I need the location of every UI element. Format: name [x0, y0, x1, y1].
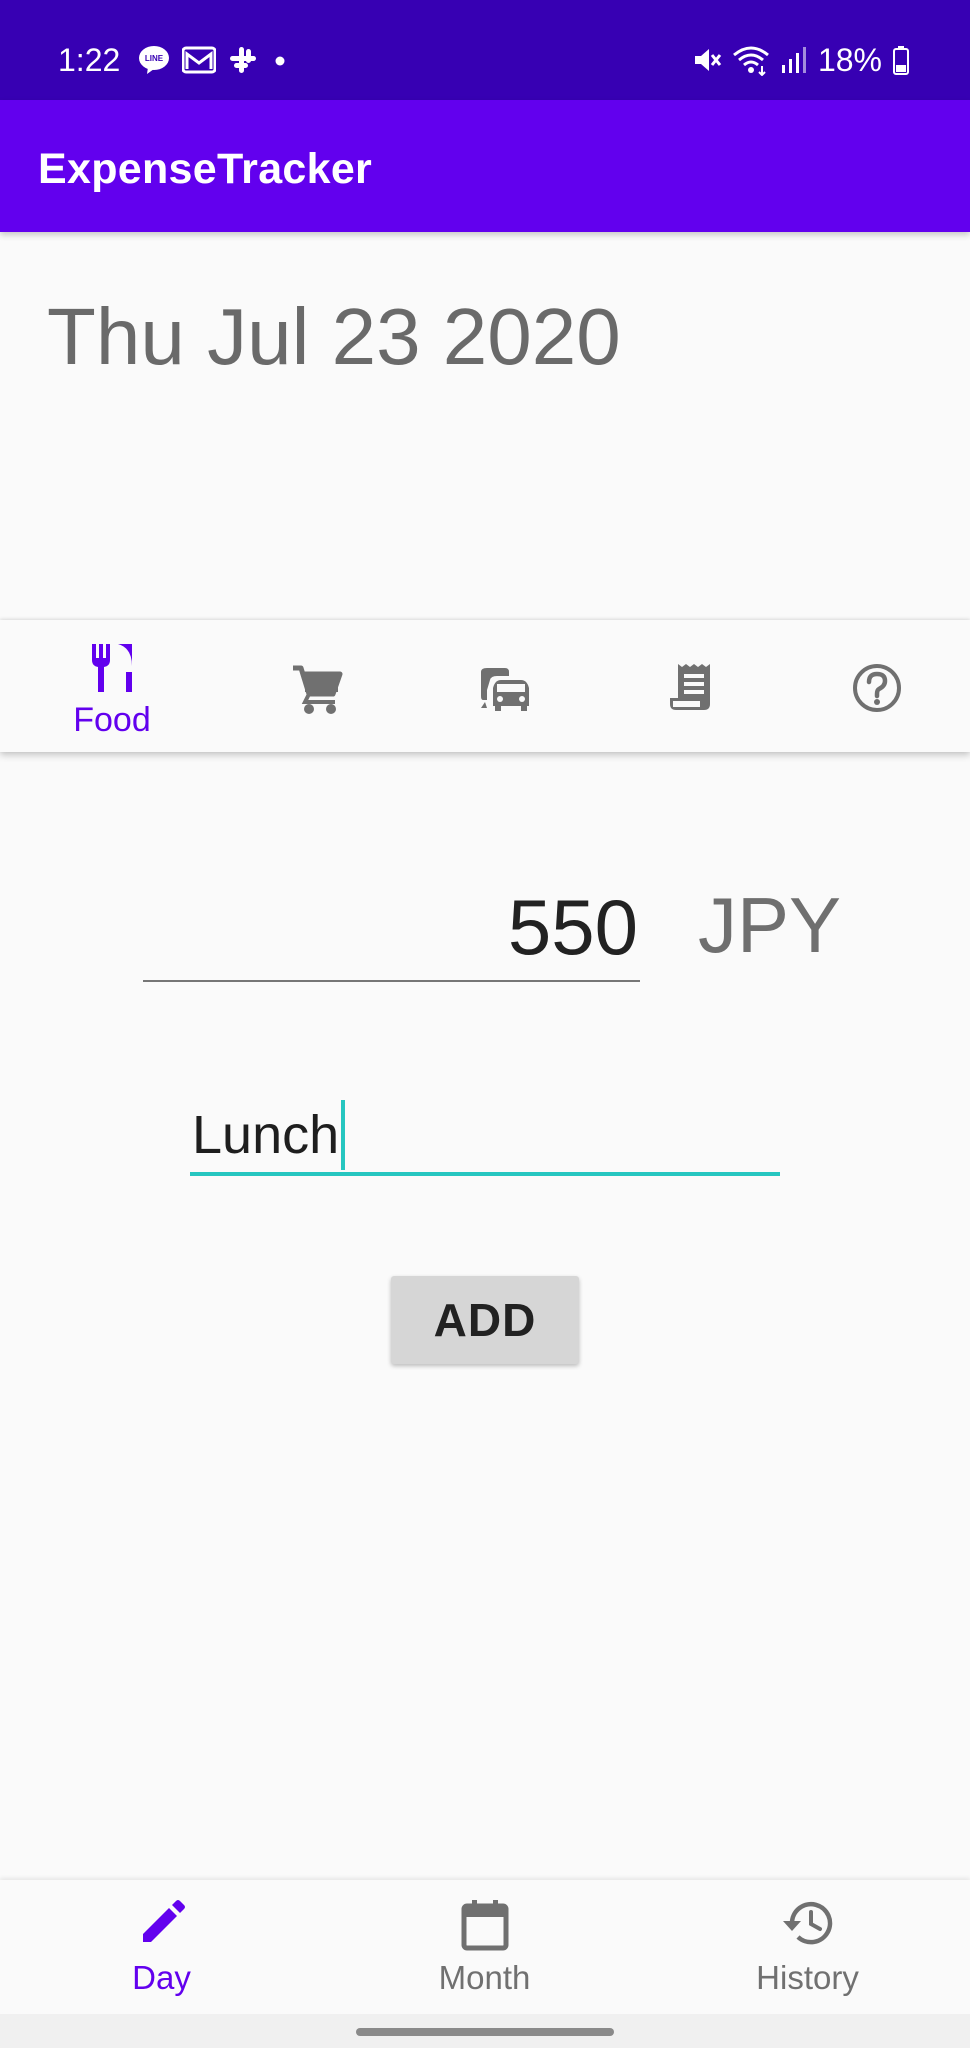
svg-text:LINE: LINE — [145, 54, 164, 63]
home-gesture-handle[interactable] — [356, 2028, 614, 2036]
tab-transport[interactable] — [408, 620, 602, 752]
status-time: 1:22 — [58, 42, 121, 78]
battery-icon — [893, 46, 909, 75]
amount-input[interactable]: 550 — [143, 870, 640, 982]
wifi-icon — [733, 46, 769, 76]
mute-icon — [694, 49, 722, 71]
calendar-icon — [461, 1900, 508, 1951]
system-navigation-bar — [0, 2014, 970, 2048]
line-chat-icon: LINE — [139, 46, 169, 74]
nav-day-label: Day — [132, 1959, 191, 1996]
history-icon — [782, 1901, 832, 1945]
description-input[interactable]: Lunch — [190, 1090, 780, 1176]
help-icon — [853, 664, 901, 712]
tab-other[interactable] — [780, 620, 970, 752]
mail-icon — [182, 46, 216, 74]
signal-icon — [781, 47, 806, 73]
status-bar: 1:22 LINE 18% — [0, 0, 970, 100]
app-title: ExpenseTracker — [38, 145, 373, 193]
text-cursor — [341, 1100, 346, 1170]
description-value[interactable]: Lunch — [192, 1100, 346, 1170]
tab-food[interactable]: Food — [15, 620, 209, 752]
battery-percent: 18% — [817, 42, 882, 78]
transport-icon — [481, 668, 529, 711]
add-button[interactable]: ADD — [391, 1276, 579, 1364]
tab-food-label: Food — [73, 701, 151, 739]
shopping-cart-icon — [293, 665, 343, 714]
receipt-icon — [670, 664, 710, 710]
tab-bills[interactable] — [594, 620, 788, 752]
edit-icon — [142, 1900, 185, 1942]
amount-value[interactable]: 550 — [508, 882, 638, 972]
dot-icon — [275, 56, 285, 66]
nav-month[interactable]: Month — [323, 1880, 646, 2014]
nav-history[interactable]: History — [646, 1880, 969, 2014]
slack-icon — [230, 47, 256, 73]
app-bar: ExpenseTracker — [0, 100, 970, 232]
selected-date[interactable]: Thu Jul 23 2020 — [47, 292, 621, 382]
notification-icons: LINE — [138, 44, 290, 76]
system-status-icons: 18% — [692, 40, 910, 80]
description-text: Lunch — [192, 1105, 340, 1165]
restaurant-icon — [92, 644, 132, 692]
tab-shopping[interactable] — [220, 620, 414, 752]
currency-label: JPY — [698, 881, 842, 969]
nav-day[interactable]: Day — [0, 1880, 323, 2014]
category-tabs: Food — [0, 620, 970, 752]
nav-month-label: Month — [438, 1959, 531, 1996]
nav-history-label: History — [756, 1959, 859, 1996]
bottom-navigation: Day Month History — [0, 1880, 970, 2014]
